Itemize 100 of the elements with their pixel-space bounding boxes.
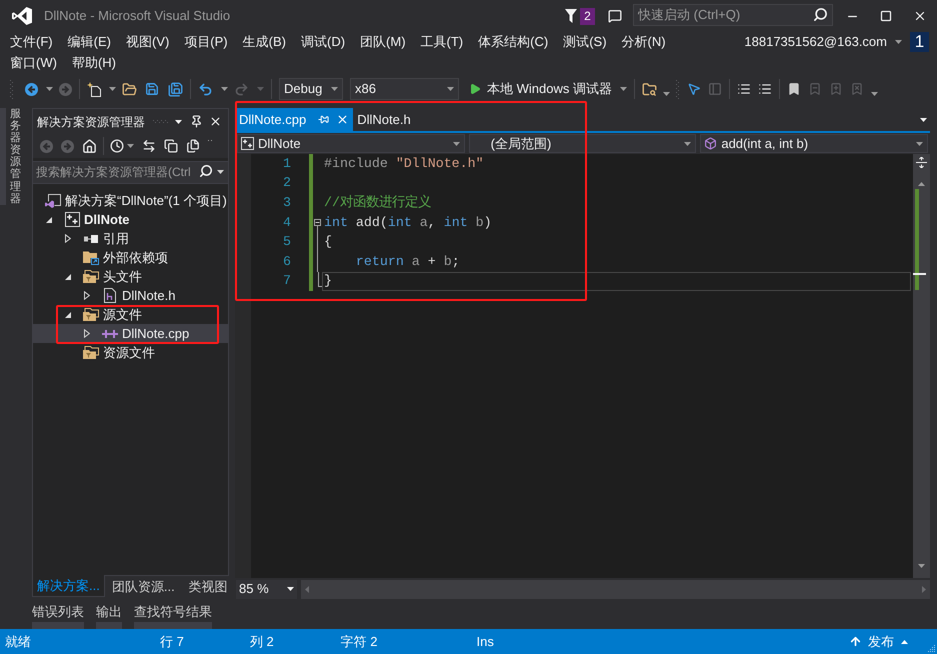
dropdown-caret-icon[interactable] (331, 87, 338, 91)
expanded-arrow-icon[interactable] (65, 274, 71, 280)
quick-launch-field[interactable]: 快速启动 (Ctrl+Q) (633, 4, 833, 26)
tree-item[interactable]: DllNote (33, 210, 228, 229)
home-icon[interactable] (82, 138, 97, 154)
list-icon[interactable] (736, 82, 751, 96)
collapsed-arrow-icon[interactable] (84, 291, 90, 300)
menu-item[interactable]: 调试(D) (300, 34, 346, 50)
folder-search-icon[interactable] (642, 82, 657, 96)
menu-item[interactable]: 窗口(W) (10, 55, 57, 71)
dropdown-caret-icon[interactable] (684, 142, 692, 146)
pointer-icon[interactable] (686, 82, 701, 96)
tool-window-tab[interactable]: 输出 (96, 604, 122, 629)
save-all-icon[interactable] (168, 82, 183, 96)
tree-item[interactable]: 资源文件 (33, 343, 228, 362)
save-icon[interactable] (145, 82, 159, 96)
scroll-up-icon[interactable] (918, 182, 925, 186)
navigation-dropdown[interactable]: DllNote (237, 134, 465, 153)
undo-icon[interactable] (198, 82, 213, 96)
panel-menu-caret-icon[interactable] (175, 120, 182, 124)
collapsed-arrow-icon[interactable] (84, 329, 90, 338)
tool-window-tab[interactable]: 错误列表 (32, 604, 84, 629)
expanded-arrow-icon[interactable] (46, 216, 52, 222)
panel-tab[interactable]: 团队资源... (104, 576, 182, 597)
tree-item[interactable]: 引用 (33, 229, 228, 248)
account-badge[interactable]: 1 (910, 32, 929, 52)
resize-grip-icon[interactable] (928, 645, 935, 652)
tree-item[interactable]: DllNote.h (33, 286, 228, 305)
notification-badge[interactable]: 2 (580, 8, 595, 24)
caret-up-icon (901, 640, 908, 644)
tree-item[interactable]: 头文件 (33, 267, 228, 286)
dropdown-caret-icon[interactable] (287, 587, 294, 591)
line-number: 3 (282, 194, 291, 211)
publish-button[interactable]: 发布 (849, 632, 908, 652)
account-caret-icon[interactable] (895, 40, 902, 44)
menu-item[interactable]: 团队(M) (360, 34, 406, 50)
dropdown-caret-icon[interactable] (447, 87, 454, 91)
tab-list-caret-icon[interactable] (920, 118, 927, 122)
menu-item[interactable]: 工具(T) (420, 34, 464, 50)
dropdown-caret-icon[interactable] (217, 170, 224, 174)
search-field[interactable]: 搜索解决方案资源管理器(Ctrl (33, 160, 228, 184)
dropdown-caret-icon[interactable] (662, 92, 670, 96)
tree-item[interactable]: DllNote.cpp (33, 324, 228, 343)
menu-item[interactable]: 帮助(H) (72, 55, 116, 71)
new-page-icon[interactable] (87, 82, 101, 96)
search-icon[interactable] (199, 164, 213, 178)
pin-icon[interactable] (190, 115, 203, 128)
collapsed-arrow-icon[interactable] (65, 234, 71, 243)
menu-item[interactable]: 文件(F) (10, 34, 53, 50)
tree-item[interactable]: 外部依赖项 (33, 248, 228, 267)
sync-arrows-icon[interactable] (142, 139, 156, 153)
dropdown-caret-icon[interactable] (109, 87, 116, 91)
menu-item[interactable]: 项目(P) (184, 34, 228, 50)
clock-icon[interactable] (110, 139, 124, 153)
run-button[interactable]: 本地 Windows 调试器 (469, 78, 627, 100)
menu-item[interactable]: 测试(S) (563, 34, 607, 50)
menu-item[interactable]: 体系结构(C) (478, 34, 548, 50)
dropdown-caret-icon[interactable] (127, 144, 134, 148)
close-icon[interactable] (209, 115, 222, 128)
dropdown-caret-icon[interactable] (870, 92, 878, 96)
open-folder-icon[interactable] (122, 82, 137, 96)
menu-item[interactable]: 分析(N) (622, 34, 666, 50)
tree-item[interactable]: 源文件 (33, 305, 228, 324)
zoom-dropdown[interactable]: 85 % (236, 580, 297, 598)
folder-icon (83, 346, 99, 359)
dropdown-caret-icon[interactable] (620, 87, 627, 91)
funnel-icon[interactable] (565, 9, 577, 23)
dropdown-caret-icon[interactable] (452, 142, 460, 146)
back-icon[interactable] (25, 82, 38, 96)
scroll-down-icon[interactable] (918, 564, 925, 568)
bookmark-icon[interactable] (786, 82, 801, 96)
editor-tab[interactable]: DllNote.h (353, 108, 415, 131)
platform-dropdown[interactable]: x86 (350, 78, 459, 100)
expanded-arrow-icon[interactable] (65, 312, 71, 318)
panel-tab[interactable]: 类视图 (182, 576, 235, 597)
menu-item[interactable]: 视图(V) (126, 34, 170, 50)
list-icon[interactable] (758, 82, 772, 96)
dropdown-caret-icon[interactable] (46, 87, 53, 91)
pages-icon[interactable] (186, 139, 200, 153)
speech-bubble-icon[interactable] (608, 9, 622, 23)
menu-item[interactable]: 编辑(E) (68, 34, 111, 50)
menu-item[interactable]: 生成(B) (242, 34, 286, 50)
navigation-dropdown[interactable]: add(int a, int b) (700, 134, 928, 153)
tree-item[interactable]: 解决方案“DllNote”(1 个项目) (33, 191, 228, 210)
code-line: { (323, 233, 333, 252)
configuration-dropdown[interactable]: Debug (279, 78, 343, 100)
panel-tab[interactable]: 解决方案... (32, 575, 105, 597)
search-icon[interactable] (813, 7, 828, 22)
split-icon[interactable] (916, 157, 927, 168)
dropdown-caret-icon[interactable] (221, 87, 228, 91)
navigation-dropdown[interactable]: (全局范围) (468, 134, 696, 153)
code-editor[interactable]: 1 #include "DllNote.h" 2 3 //对函数进行定义 4 int add(int a, int b) 5 { 6 return a + b; 7 } (251, 154, 913, 578)
collapse-icon[interactable] (314, 219, 321, 226)
side-tab[interactable]: 服务器资源管理器 (0, 108, 32, 205)
stacked-windows-icon[interactable] (164, 139, 178, 153)
account-name[interactable]: 18817351562@163.com (744, 34, 887, 50)
vertical-scrollbar[interactable] (913, 154, 930, 578)
grip-icon[interactable] (153, 120, 169, 124)
tool-window-tab[interactable]: 查找符号结果 (134, 604, 212, 629)
dropdown-caret-icon[interactable] (916, 142, 924, 146)
